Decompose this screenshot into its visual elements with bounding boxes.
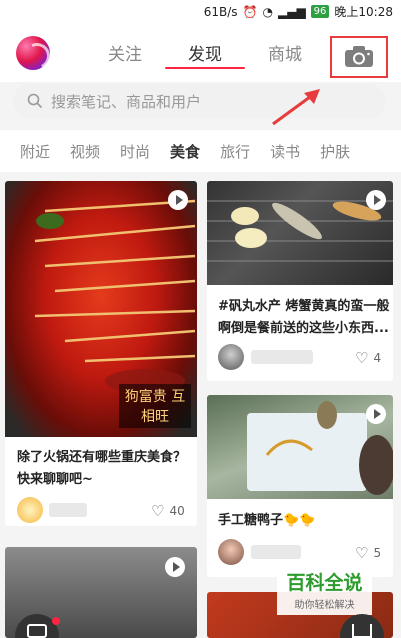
like-button[interactable]: ♡ 4 xyxy=(355,349,381,367)
like-count: 40 xyxy=(169,504,185,518)
feed-card[interactable]: 狗富贵 互相旺 除了火锅还有哪些重庆美食？快来聊聊吧~ ♡ 40 xyxy=(5,181,197,526)
notification-dot xyxy=(52,617,60,625)
category-reading[interactable]: 读书 xyxy=(270,141,300,162)
tab-discover[interactable]: 发现 xyxy=(165,40,245,80)
category-travel[interactable]: 旅行 xyxy=(220,141,250,162)
author-name xyxy=(251,545,301,559)
card-image-candy xyxy=(207,395,393,499)
battery-indicator: 96 xyxy=(310,5,330,18)
feed-card[interactable]: 手工糖鸭子🐤🐤 ♡ 5 xyxy=(207,395,393,577)
search-icon xyxy=(27,93,43,109)
card-title: 手工糖鸭子🐤🐤 xyxy=(218,513,316,528)
feed-card[interactable]: #矾丸水产 烤蟹黄真的蛮一般啊倒是餐前送的这些小东西... ♡ 4 xyxy=(207,181,393,381)
like-count: 4 xyxy=(373,351,382,365)
watermark: 百科全说 助你轻松解决 xyxy=(277,570,372,615)
camera-button[interactable] xyxy=(330,36,388,78)
heart-icon: ♡ xyxy=(355,349,369,367)
search-placeholder: 搜索笔记、商品和用户 xyxy=(51,92,202,111)
app-logo[interactable] xyxy=(16,36,50,70)
category-video[interactable]: 视频 xyxy=(70,141,100,162)
signal-icon: ▂▄▆ xyxy=(277,4,306,19)
card-image-grill xyxy=(207,181,393,285)
watermark-subtitle: 助你轻松解决 xyxy=(294,600,355,611)
heart-icon: ♡ xyxy=(355,544,369,562)
category-skincare[interactable]: 护肤 xyxy=(320,141,350,162)
top-bar: 关注 发现 商城 xyxy=(0,22,401,82)
tab-mall[interactable]: 商城 xyxy=(250,40,320,80)
camera-icon xyxy=(345,46,373,67)
category-fashion[interactable]: 时尚 xyxy=(120,141,150,162)
like-button[interactable]: ♡ 5 xyxy=(355,544,381,562)
alarm-icon: ⏰ xyxy=(242,4,258,19)
category-bar: 附近 视频 时尚 美食 旅行 读书 护肤 xyxy=(0,130,401,172)
author-name xyxy=(49,503,87,517)
status-bar: 61B/s ⏰ ◔ ▂▄▆ 96 晚上10:28 xyxy=(0,0,401,22)
play-icon xyxy=(366,404,386,424)
heart-icon: ♡ xyxy=(151,502,165,520)
avatar xyxy=(218,344,244,370)
tab-following[interactable]: 关注 xyxy=(90,40,160,80)
chat-icon xyxy=(27,624,47,638)
search-bar[interactable]: 搜索笔记、商品和用户 xyxy=(13,84,386,118)
category-food[interactable]: 美食 xyxy=(170,141,200,162)
play-icon xyxy=(165,557,185,577)
author-name xyxy=(251,350,313,364)
card-title: 除了火锅还有哪些重庆美食？快来聊聊吧~ xyxy=(17,450,187,487)
avatar xyxy=(218,539,244,565)
play-icon xyxy=(168,190,188,210)
like-button[interactable]: ♡ 40 xyxy=(151,502,185,520)
play-icon xyxy=(366,190,386,210)
watermark-title: 百科全说 xyxy=(286,572,363,594)
image-caption: 狗富贵 互相旺 xyxy=(119,384,191,428)
category-nearby[interactable]: 附近 xyxy=(20,141,50,162)
clock: 晚上10:28 xyxy=(334,5,393,19)
cart-icon xyxy=(352,624,372,638)
annotation-arrow xyxy=(272,89,320,126)
card-title: #矾丸水产 烤蟹黄真的蛮一般啊倒是餐前送的这些小东西... xyxy=(218,299,390,336)
like-count: 5 xyxy=(373,546,382,560)
top-tabs: 关注 发现 商城 xyxy=(90,40,320,80)
network-speed: 61B/s xyxy=(203,4,238,19)
avatar xyxy=(17,497,43,523)
wifi-icon: ◔ xyxy=(262,4,273,19)
card-image-hotpot: 狗富贵 互相旺 xyxy=(5,181,197,437)
